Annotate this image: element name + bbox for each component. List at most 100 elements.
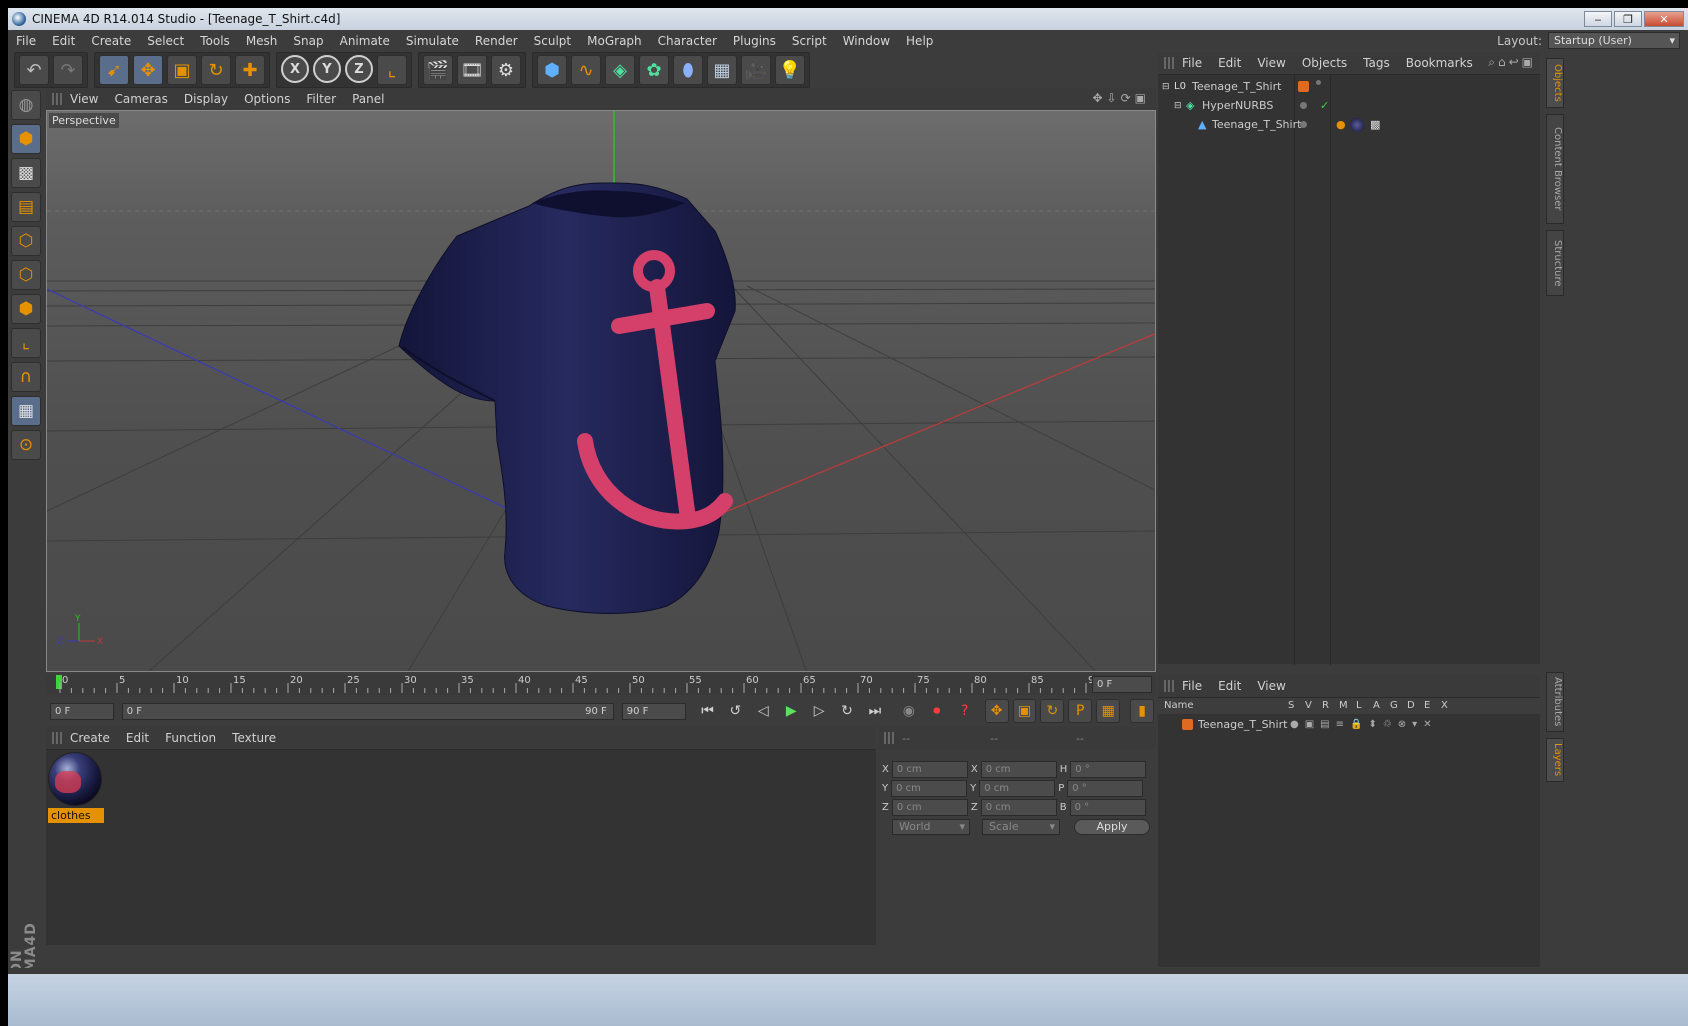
tab-attributes[interactable]: Attributes (1546, 672, 1564, 732)
phong-tag-icon[interactable]: ● (1336, 118, 1346, 131)
start-frame-field[interactable]: 0 F (50, 702, 114, 720)
viewport-menu-view[interactable]: View (62, 92, 106, 106)
visibility-dot[interactable] (1316, 80, 1321, 85)
size-mode-select[interactable]: Scale (982, 819, 1060, 835)
workplane-lock-icon[interactable]: ⊙ (11, 430, 41, 460)
collapse-icon[interactable]: ⊟ (1162, 82, 1170, 92)
recent-tool-icon[interactable]: ✚ (235, 55, 265, 85)
menu-simulate[interactable]: Simulate (398, 34, 467, 48)
material-menu-edit[interactable]: Edit (118, 731, 157, 745)
current-frame-field[interactable]: 0 F (1092, 676, 1152, 693)
layer-menu-view[interactable]: View (1249, 679, 1293, 693)
material-swatch-clothes[interactable]: clothes (48, 752, 104, 823)
key-pla-icon[interactable]: ▦ (1096, 699, 1121, 723)
menu-file[interactable]: File (8, 34, 44, 48)
menu-edit[interactable]: Edit (44, 34, 83, 48)
menu-snap[interactable]: Snap (285, 34, 331, 48)
menu-help[interactable]: Help (898, 34, 941, 48)
rotate-tool-icon[interactable]: ↻ (201, 55, 231, 85)
object-row[interactable]: ▲ Teenage_T_Shirt ● ▩ (1158, 115, 1540, 134)
menu-mograph[interactable]: MoGraph (579, 34, 650, 48)
edges-mode-icon[interactable]: ⬡ (11, 260, 41, 290)
enabled-check-icon[interactable]: ✓ (1320, 99, 1329, 112)
next-frame-icon[interactable]: ▷ (807, 699, 831, 723)
minimize-button[interactable]: ‒ (1584, 11, 1612, 27)
object-menu-objects[interactable]: Objects (1294, 56, 1355, 70)
viewport-menu-options[interactable]: Options (236, 92, 298, 106)
key-position-icon[interactable]: ✥ (984, 699, 1009, 723)
spline-icon[interactable]: ∿ (571, 55, 601, 85)
array-icon[interactable]: ✿ (639, 55, 669, 85)
layer-toggle-icons[interactable]: ●▣▤≡🔒⬍♲⊗▾✕ (1290, 719, 1438, 730)
apply-button[interactable]: Apply (1074, 819, 1150, 835)
snap-icon[interactable]: ▦ (11, 396, 41, 426)
object-menu-edit[interactable]: Edit (1210, 56, 1249, 70)
tab-layers[interactable]: Layers (1546, 738, 1564, 782)
tweak-mode-icon[interactable]: ∩ (11, 362, 41, 392)
end-frame-field[interactable]: 90 F (621, 702, 686, 720)
collapse-icon[interactable]: ⊟ (1174, 101, 1182, 111)
menu-plugins[interactable]: Plugins (725, 34, 784, 48)
tab-objects[interactable]: Objects (1546, 58, 1564, 108)
previous-key-icon[interactable]: ↺ (723, 699, 747, 723)
menu-tools[interactable]: Tools (192, 34, 238, 48)
z-axis-lock-button[interactable]: Z (345, 55, 373, 83)
menu-animate[interactable]: Animate (332, 34, 398, 48)
texture-mode-icon[interactable]: ▩ (11, 158, 41, 188)
autokey-icon[interactable]: ⏺ (925, 699, 949, 723)
layout-select[interactable]: Startup (User) (1548, 32, 1680, 49)
menu-create[interactable]: Create (83, 34, 139, 48)
deformer-icon[interactable]: ⬮ (673, 55, 703, 85)
restore-button[interactable]: ❐ (1614, 11, 1642, 27)
viewport-menu-display[interactable]: Display (176, 92, 236, 106)
object-menu-view[interactable]: View (1249, 56, 1293, 70)
material-menu-texture[interactable]: Texture (224, 731, 284, 745)
size-z-field[interactable]: 0 cm (980, 799, 1057, 816)
keyframe-selection-icon[interactable]: ? (953, 699, 977, 723)
visibility-dot[interactable] (1300, 102, 1307, 109)
goto-end-icon[interactable]: ⏭ (863, 699, 887, 723)
object-menu-tags[interactable]: Tags (1355, 56, 1398, 70)
visibility-dot[interactable] (1300, 121, 1307, 128)
close-button[interactable]: ✕ (1644, 11, 1684, 27)
position-y-field[interactable]: 0 cm (891, 780, 968, 797)
layer-color-swatch[interactable] (1182, 719, 1193, 730)
tab-structure[interactable]: Structure (1546, 230, 1564, 296)
perspective-viewport[interactable]: Y Z X Perspective (46, 110, 1156, 672)
timeline-window-icon[interactable]: ▮ (1130, 699, 1155, 723)
position-x-field[interactable]: 0 cm (891, 761, 968, 778)
scale-tool-icon[interactable]: ▣ (167, 55, 197, 85)
layer-row[interactable]: Teenage_T_Shirt ●▣▤≡🔒⬍♲⊗▾✕ (1158, 715, 1540, 734)
render-settings-icon[interactable]: ⚙ (491, 55, 521, 85)
viewport-menu-panel[interactable]: Panel (344, 92, 392, 106)
menu-select[interactable]: Select (139, 34, 192, 48)
object-row[interactable]: ⊟ ◈ HyperNURBS ✓ (1158, 96, 1540, 115)
key-scale-icon[interactable]: ▣ (1012, 699, 1037, 723)
menu-sculpt[interactable]: Sculpt (526, 34, 579, 48)
menu-character[interactable]: Character (650, 34, 725, 48)
workplane-icon[interactable]: ▤ (11, 192, 41, 222)
material-menu-function[interactable]: Function (157, 731, 224, 745)
render-picture-viewer-icon[interactable]: 🎞 (457, 55, 487, 85)
tab-content-browser[interactable]: Content Browser (1546, 114, 1564, 224)
goto-start-icon[interactable]: ⏮ (696, 699, 720, 723)
key-parameter-icon[interactable]: P (1068, 699, 1093, 723)
camera-icon[interactable]: 🎥 (741, 55, 771, 85)
menu-script[interactable]: Script (784, 34, 835, 48)
viewport-nav-icons[interactable]: ✥⇩⟳▣ (1092, 91, 1150, 105)
menu-mesh[interactable]: Mesh (238, 34, 286, 48)
make-editable-icon[interactable]: ◍ (11, 90, 41, 120)
coordinate-mode-select[interactable]: World (892, 819, 970, 835)
object-menu-file[interactable]: File (1174, 56, 1210, 70)
viewport-menu-cameras[interactable]: Cameras (106, 92, 175, 106)
points-mode-icon[interactable]: ⬡ (11, 226, 41, 256)
polygons-mode-icon[interactable]: ⬢ (11, 294, 41, 324)
rotation-h-field[interactable]: 0 ° (1070, 761, 1147, 778)
layer-menu-edit[interactable]: Edit (1210, 679, 1249, 693)
previous-frame-icon[interactable]: ◁ (751, 699, 775, 723)
size-y-field[interactable]: 0 cm (979, 780, 1056, 797)
position-z-field[interactable]: 0 cm (891, 799, 968, 816)
play-icon[interactable]: ▶ (779, 699, 803, 723)
coordinate-system-icon[interactable]: ⌞ (377, 55, 407, 85)
record-keyframe-icon[interactable]: ◉ (897, 699, 921, 723)
